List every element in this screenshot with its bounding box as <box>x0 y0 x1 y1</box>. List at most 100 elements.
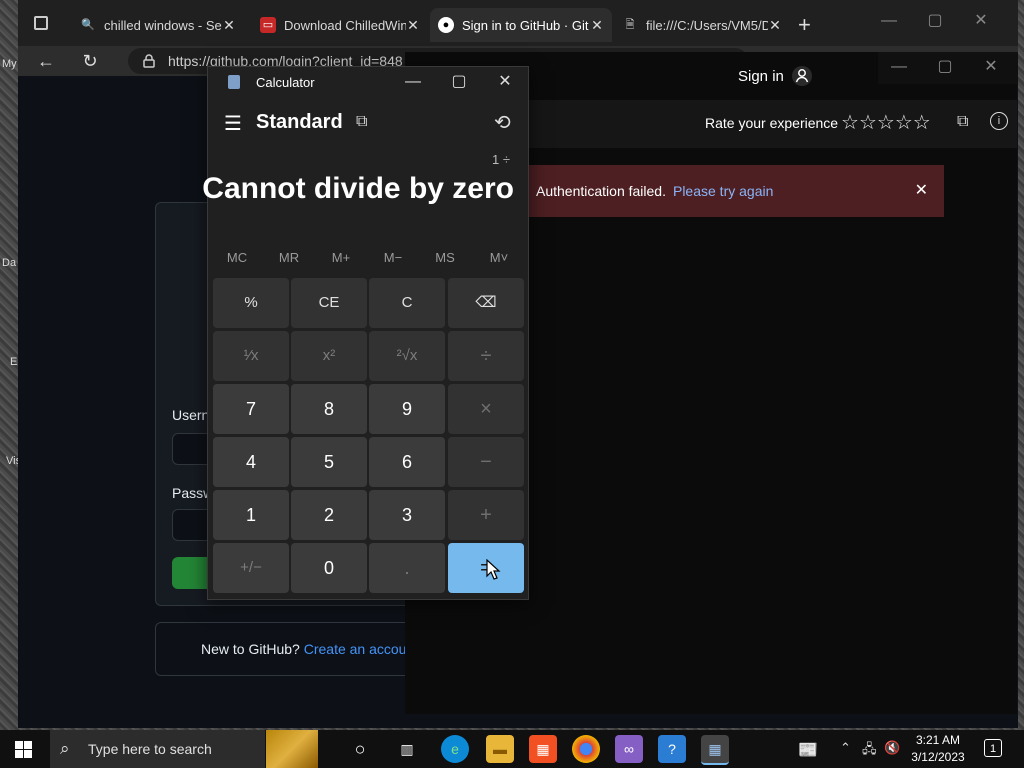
quick-assist-icon[interactable]: ? <box>658 735 686 763</box>
tab-download[interactable]: ▭ Download ChilledWin ✕ <box>252 8 428 42</box>
user-avatar-icon[interactable] <box>791 65 813 87</box>
memory-subtract-button[interactable]: M− <box>368 250 418 265</box>
edge-browser-icon[interactable]: e <box>441 735 469 763</box>
tab-close-icon[interactable]: ✕ <box>768 18 782 32</box>
create-account-callout: New to GitHub? Create an accou <box>155 622 415 676</box>
new-tab-button[interactable]: + <box>798 12 811 38</box>
notification-center-icon[interactable]: 1 <box>984 739 1002 757</box>
taskbar-search-box[interactable]: ⌕ Type here to search <box>50 730 265 768</box>
subtract-button[interactable]: − <box>448 437 524 487</box>
share-icon[interactable]: ⧉ <box>957 113 968 131</box>
reciprocal-button[interactable]: ¹⁄x <box>213 331 289 381</box>
desktop-icon-label[interactable]: My <box>2 58 17 70</box>
star-icon[interactable]: ☆ <box>859 112 877 134</box>
tab-close-icon[interactable]: ✕ <box>590 18 604 32</box>
calculator-window: Calculator — ▢ ✕ ☰ Standard ⧉ ⟲ 1 ÷ Cann… <box>202 66 529 600</box>
digit-3-button[interactable]: 3 <box>369 490 445 540</box>
star-icon[interactable]: ☆ <box>877 112 895 134</box>
system-clock[interactable]: 3:21 AM 3/12/2023 <box>906 732 970 766</box>
search-highlight-image[interactable] <box>266 730 318 768</box>
close-icon[interactable]: ✕ <box>976 54 1006 80</box>
desktop-icon-label[interactable]: Da <box>2 257 16 269</box>
chrome-icon[interactable] <box>572 735 600 763</box>
minimize-icon[interactable]: — <box>884 54 914 80</box>
tab-close-icon[interactable]: ✕ <box>222 18 236 32</box>
maximize-icon[interactable]: ▢ <box>920 8 950 34</box>
maximize-icon[interactable]: ▢ <box>930 54 960 80</box>
square-root-button[interactable]: ²√x <box>369 331 445 381</box>
star-icon[interactable]: ☆ <box>913 112 931 134</box>
decimal-button[interactable]: . <box>369 543 445 593</box>
memory-store-button[interactable]: MS <box>420 250 470 265</box>
divide-button[interactable]: ÷ <box>448 331 524 381</box>
add-button[interactable]: + <box>448 490 524 540</box>
memory-add-button[interactable]: M+ <box>316 250 366 265</box>
star-rating[interactable]: ☆☆☆☆☆ <box>841 110 931 135</box>
info-icon[interactable]: i <box>990 112 1008 130</box>
sign-in-link[interactable]: Sign in <box>738 68 784 85</box>
close-banner-icon[interactable]: ✕ <box>915 180 928 200</box>
close-icon[interactable]: ✕ <box>490 69 520 95</box>
digit-6-button[interactable]: 6 <box>369 437 445 487</box>
create-account-link[interactable]: Create an accou <box>304 641 407 657</box>
rate-experience-label: Rate your experience <box>705 115 839 131</box>
digit-5-button[interactable]: 5 <box>291 437 367 487</box>
network-icon[interactable]: 🖧 <box>862 740 877 762</box>
try-again-link[interactable]: Please try again <box>673 183 773 199</box>
percent-button[interactable]: % <box>213 278 289 328</box>
hamburger-menu-icon[interactable]: ☰ <box>224 111 242 136</box>
maximize-icon[interactable]: ▢ <box>444 69 474 95</box>
digit-1-button[interactable]: 1 <box>213 490 289 540</box>
calc-display: Cannot divide by zero <box>202 172 514 205</box>
star-icon[interactable]: ☆ <box>895 112 913 134</box>
mouse-cursor-icon <box>486 559 502 581</box>
digit-4-button[interactable]: 4 <box>213 437 289 487</box>
memory-list-button[interactable]: M˅ <box>474 250 524 265</box>
backspace-button[interactable]: ⌫ <box>448 278 524 328</box>
tab-search[interactable]: 🔍 chilled windows - Sea ✕ <box>72 8 244 42</box>
digit-7-button[interactable]: 7 <box>213 384 289 434</box>
tab-close-icon[interactable]: ✕ <box>406 18 420 32</box>
microsoft-store-icon[interactable]: ▦ <box>529 735 557 763</box>
github-favicon-icon: ● <box>438 17 454 33</box>
visual-studio-icon[interactable]: ∞ <box>615 735 643 763</box>
clock-date: 3/12/2023 <box>911 750 965 764</box>
volume-muted-icon[interactable]: 🔇 <box>884 740 900 756</box>
digit-2-button[interactable]: 2 <box>291 490 367 540</box>
search-favicon-icon: 🔍 <box>81 19 95 31</box>
calculator-taskbar-icon[interactable]: ▦ <box>701 735 729 765</box>
minimize-icon[interactable]: — <box>874 8 904 34</box>
keep-on-top-icon[interactable]: ⧉ <box>356 113 367 131</box>
tab-file[interactable]: 🗎 file:///C:/Users/VM5/D ✕ <box>614 8 790 42</box>
page-favicon-icon: ▭ <box>260 17 276 33</box>
tab-actions-icon[interactable] <box>34 16 48 30</box>
task-view-icon[interactable]: ▥ <box>393 735 421 763</box>
minimize-icon[interactable]: — <box>398 69 428 95</box>
cortana-icon[interactable]: ○ <box>346 735 374 763</box>
memory-clear-button[interactable]: MC <box>212 250 262 265</box>
tab-strip: 🔍 chilled windows - Sea ✕ ▭ Download Chi… <box>18 0 1018 46</box>
back-button[interactable]: ← <box>34 49 58 73</box>
close-icon[interactable]: ✕ <box>966 8 996 34</box>
clear-entry-button[interactable]: CE <box>291 278 367 328</box>
desktop-icon-label[interactable]: E <box>10 356 17 368</box>
square-button[interactable]: x² <box>291 331 367 381</box>
windows-start-icon[interactable] <box>15 741 32 758</box>
history-icon[interactable]: ⟲ <box>494 110 511 135</box>
file-explorer-icon[interactable]: ▬ <box>486 735 514 763</box>
news-widget-icon[interactable]: 📰 <box>798 740 818 760</box>
negate-button[interactable]: +/− <box>213 543 289 593</box>
show-hidden-icons-icon[interactable]: ⌃ <box>840 740 851 756</box>
star-icon[interactable]: ☆ <box>841 112 859 134</box>
tab-github-signin[interactable]: ● Sign in to GitHub · Git ✕ <box>430 8 612 42</box>
reload-button[interactable]: ↻ <box>78 49 102 73</box>
clear-button[interactable]: C <box>369 278 445 328</box>
tab-title: chilled windows - Sea <box>104 17 222 33</box>
digit-0-button[interactable]: 0 <box>291 543 367 593</box>
calculator-mode: Standard <box>256 111 343 133</box>
multiply-button[interactable]: × <box>448 384 524 434</box>
memory-recall-button[interactable]: MR <box>264 250 314 265</box>
digit-9-button[interactable]: 9 <box>369 384 445 434</box>
digit-8-button[interactable]: 8 <box>291 384 367 434</box>
taskbar: ⌕ Type here to search ○ ▥ e ▬ ▦ ∞ ? ▦ 📰 … <box>0 730 1024 768</box>
